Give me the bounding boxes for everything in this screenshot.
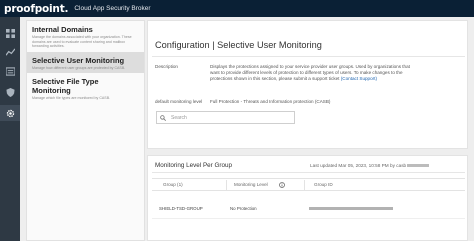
gear-icon [6, 109, 14, 117]
nav-item-selective-user-monitoring[interactable]: Selective User Monitoring Manage how dif… [27, 51, 144, 74]
table-title: Monitoring Level Per Group [155, 162, 233, 169]
shield-icon [5, 87, 15, 97]
last-updated: Last updated Mar 05, 2023, 10:58 PM by c… [310, 163, 430, 168]
nav-item-desc: Manage how different user groups are pro… [32, 65, 126, 70]
search-input[interactable] [171, 114, 281, 121]
nav-item-selective-file-type-monitoring[interactable]: Selective File Type Monitoring Manage wh… [27, 73, 144, 104]
rail-item-dashboard[interactable] [0, 25, 20, 41]
nav-item-title: Selective File Type Monitoring [32, 77, 99, 96]
divider [152, 56, 465, 57]
nav-item-internal-domains[interactable]: Internal Domains Manage the domains asso… [27, 21, 144, 52]
row-divider [152, 218, 465, 219]
redacted-group-id [309, 207, 393, 210]
cell-group-name: SHIELD-TSD-GROUP [159, 206, 203, 211]
search-icon [160, 114, 166, 121]
info-icon[interactable] [279, 182, 285, 188]
nav-item-title: Internal Domains [32, 25, 93, 34]
top-header: proofpoint. Cloud App Security Broker [0, 0, 474, 17]
table-header: Group (1) Monitoring Level Group ID [152, 178, 465, 191]
divider [152, 172, 465, 173]
list-icon [5, 66, 15, 76]
nav-item-desc: Manage which file types are monitored by… [32, 96, 111, 101]
redacted-email [407, 164, 430, 168]
column-divider [304, 180, 305, 190]
rail-item-settings[interactable] [0, 105, 20, 121]
default-level-label: default monitoring level [155, 99, 203, 104]
column-header-monitoring-level[interactable]: Monitoring Level [234, 182, 268, 187]
rail-item-analytics[interactable] [0, 44, 20, 60]
dashboard-icon [5, 28, 15, 38]
page-title: Configuration | Selective User Monitorin… [155, 40, 322, 50]
configuration-card: Configuration | Selective User Monitorin… [147, 20, 468, 149]
column-divider [226, 180, 227, 190]
last-updated-text: Last updated Mar 05, 2023, 10:58 PM by c… [310, 163, 407, 168]
column-header-group[interactable]: Group (1) [163, 182, 183, 187]
column-header-group-id[interactable]: Group ID [314, 182, 333, 187]
proofpoint-logo[interactable]: proofpoint. [0, 3, 69, 15]
chart-icon [5, 48, 15, 56]
settings-sidenav: Internal Domains Manage the domains asso… [26, 20, 145, 241]
description-label: Description [155, 64, 178, 69]
default-level-value: Full Protection - Threats and Informatio… [210, 99, 331, 104]
nav-item-title: Selective User Monitoring [32, 55, 125, 65]
icon-rail [0, 17, 20, 241]
monitoring-table-card: Monitoring Level Per Group Last updated … [147, 155, 468, 241]
description-text: Displays the protections assigned to you… [210, 64, 420, 82]
nav-item-desc: Manage the domains associated with your … [32, 35, 132, 49]
contact-support-link[interactable]: (Contact Support) [341, 76, 377, 81]
description-body: Displays the protections assigned to you… [210, 64, 410, 81]
rail-item-list[interactable] [0, 63, 20, 79]
search-field[interactable] [156, 111, 295, 124]
rail-item-security[interactable] [0, 84, 20, 100]
cell-monitoring-level[interactable]: No Protection [230, 206, 257, 211]
app-title: Cloud App Security Broker [74, 5, 151, 12]
